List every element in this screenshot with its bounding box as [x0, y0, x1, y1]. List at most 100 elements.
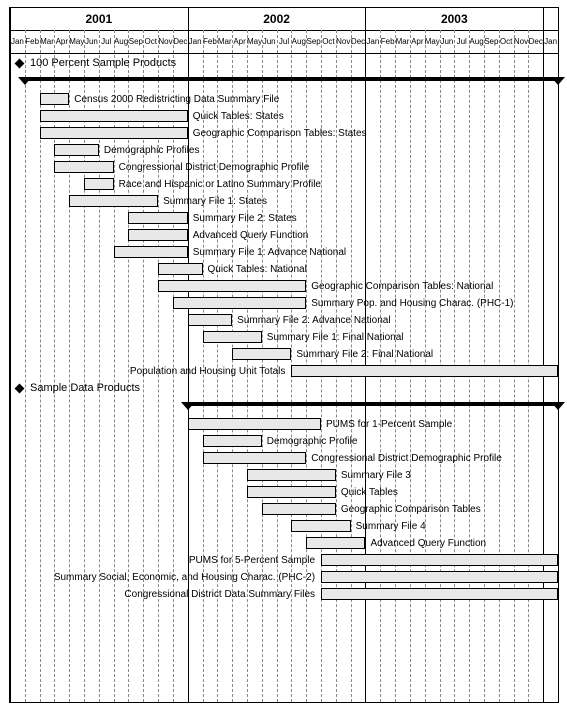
task-bar [54, 144, 98, 156]
task-label: Summary File 1: Final National [267, 332, 404, 343]
task-label: Population and Housing Unit Totals [130, 366, 285, 377]
task-bar [203, 452, 307, 464]
task-bar [203, 331, 262, 343]
section-cap-icon [18, 77, 32, 85]
month-label: Jun [440, 30, 455, 53]
task-bar [128, 212, 187, 224]
section-cap-icon [551, 402, 565, 410]
month-label: Oct [499, 30, 514, 53]
task-bar [40, 93, 70, 105]
task-label: Geographic Comparison Tables: States [193, 128, 367, 139]
month-label: May [69, 30, 84, 53]
task-bar [69, 195, 158, 207]
month-label: Aug [469, 30, 484, 53]
task-label: Summary File 1: Advance National [193, 247, 346, 258]
section-span [188, 402, 558, 406]
task-label: PUMS for 1-Percent Sample [326, 419, 452, 430]
task-label: Congressional District Demographic Profi… [311, 453, 502, 464]
month-label: Jul [454, 30, 469, 53]
task-label: Summary Social, Economic, and Housing Ch… [54, 572, 315, 583]
task-bar [188, 314, 232, 326]
month-label: Oct [143, 30, 158, 53]
task-label: Summary File 3 [341, 470, 411, 481]
task-bar [158, 280, 306, 292]
task-bar [291, 365, 558, 377]
task-bar [84, 178, 114, 190]
month-label: Sep [128, 30, 143, 53]
task-label: Demographic Profiles [104, 145, 200, 156]
task-label: Congressional District Demographic Profi… [119, 162, 310, 173]
month-label: Aug [114, 30, 129, 53]
task-bar [321, 571, 558, 583]
task-label: Advanced Query Function [370, 538, 486, 549]
task-bar [158, 263, 202, 275]
task-bar [188, 418, 321, 430]
year-label: 2002 [188, 8, 366, 30]
task-bar [306, 537, 365, 549]
month-label: Aug [291, 30, 306, 53]
section-label: 100 Percent Sample Products [30, 57, 176, 69]
month-label: Jun [262, 30, 277, 53]
task-bar [40, 110, 188, 122]
month-label: Jul [99, 30, 114, 53]
task-label: Quick Tables: States [193, 111, 284, 122]
task-label: Summary File 2: Final National [296, 349, 433, 360]
task-label: Congressional District Data Summary File… [124, 589, 315, 600]
task-bar [291, 520, 350, 532]
month-label: May [425, 30, 440, 53]
gantt-stage: JanFebMarAprMayJunJulAugSepOctNovDecJanF… [0, 0, 567, 709]
month-label: Jan [188, 30, 203, 53]
task-label: Quick Tables: National [208, 264, 307, 275]
task-bar [247, 469, 336, 481]
month-label: Jun [84, 30, 99, 53]
task-bar [40, 127, 188, 139]
month-label: Nov [336, 30, 351, 53]
task-bar [173, 297, 306, 309]
task-bar [114, 246, 188, 258]
task-label: Summary Pop. and Housing Charac. (PHC-1) [311, 298, 513, 309]
month-label: Nov [158, 30, 173, 53]
task-bar [247, 486, 336, 498]
task-label: Summary File 2: States [193, 213, 297, 224]
month-label: Feb [203, 30, 218, 53]
task-bar [128, 229, 187, 241]
task-label: Summary File 4 [356, 521, 426, 532]
month-label: Sep [306, 30, 321, 53]
month-label: Jul [277, 30, 292, 53]
month-label: Mar [217, 30, 232, 53]
year-label: 2001 [10, 8, 188, 30]
month-label: Sep [484, 30, 499, 53]
month-label: Apr [232, 30, 247, 53]
task-label: Race and Hispanic or Latino Summary Prof… [119, 179, 321, 190]
section-marker-icon [15, 59, 25, 69]
task-label: Quick Tables [341, 487, 398, 498]
task-label: Advanced Query Function [193, 230, 309, 241]
task-bar [321, 554, 558, 566]
month-label: Feb [25, 30, 40, 53]
section-marker-icon [15, 384, 25, 394]
month-label: Mar [395, 30, 410, 53]
task-label: Demographic Profile [267, 436, 358, 447]
section-label: Sample Data Products [30, 382, 140, 394]
month-label: Jan [10, 30, 25, 53]
task-bar [262, 503, 336, 515]
task-label: Geographic Comparison Tables: National [311, 281, 493, 292]
task-bar [232, 348, 291, 360]
month-label: Mar [40, 30, 55, 53]
month-label: Oct [321, 30, 336, 53]
gantt-chart: JanFebMarAprMayJunJulAugSepOctNovDecJanF… [9, 7, 559, 703]
task-label: Summary File 2: Advance National [237, 315, 390, 326]
year-label: 2003 [365, 8, 543, 30]
task-bar [54, 161, 113, 173]
task-label: Geographic Comparison Tables [341, 504, 481, 515]
month-label: Jan [543, 30, 558, 53]
section-cap-icon [551, 77, 565, 85]
month-label: Apr [54, 30, 69, 53]
task-label: Census 2000 Redistricting Data Summary F… [74, 94, 279, 105]
month-label: Apr [410, 30, 425, 53]
month-label: Dec [528, 30, 543, 53]
task-bar [321, 588, 558, 600]
task-label: PUMS for 5-Percent Sample [189, 555, 315, 566]
section-span [25, 77, 558, 81]
task-label: Summary File 1: States [163, 196, 267, 207]
